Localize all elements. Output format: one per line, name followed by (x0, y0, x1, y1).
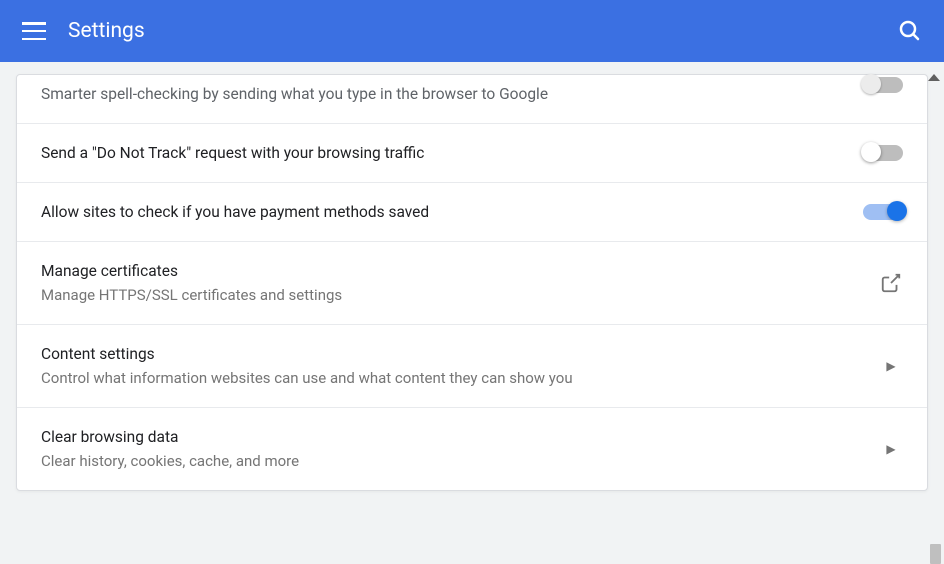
settings-panel: Smarter spell-checking by sending what y… (16, 74, 928, 491)
toggle-payment-methods[interactable] (863, 204, 903, 220)
row-spellcheck[interactable]: Smarter spell-checking by sending what y… (17, 75, 927, 124)
row-certs-title: Manage certificates (41, 262, 879, 280)
row-content-settings[interactable]: Content settings Control what informatio… (17, 325, 927, 408)
row-certs-subtitle: Manage HTTPS/SSL certificates and settin… (41, 286, 879, 304)
chevron-right-icon: ▶ (879, 354, 903, 378)
row-payment-methods[interactable]: Allow sites to check if you have payment… (17, 183, 927, 242)
row-do-not-track[interactable]: Send a "Do Not Track" request with your … (17, 124, 927, 183)
page-title: Settings (68, 19, 145, 43)
row-clear-browsing-data[interactable]: Clear browsing data Clear history, cooki… (17, 408, 927, 490)
open-external-icon (879, 271, 903, 295)
row-content-title: Content settings (41, 345, 879, 363)
chevron-right-icon: ▶ (879, 437, 903, 461)
app-header: Settings (0, 0, 944, 62)
row-clear-title: Clear browsing data (41, 428, 879, 446)
menu-icon[interactable] (22, 19, 46, 43)
row-dnt-title: Send a "Do Not Track" request with your … (41, 144, 863, 162)
scrollbar-thumb[interactable] (930, 544, 941, 564)
scroll-up-arrow-icon[interactable] (928, 74, 940, 81)
row-spellcheck-subtitle: Smarter spell-checking by sending what y… (41, 85, 863, 103)
toggle-do-not-track[interactable] (863, 145, 903, 161)
row-payment-title: Allow sites to check if you have payment… (41, 203, 863, 221)
row-manage-certificates[interactable]: Manage certificates Manage HTTPS/SSL cer… (17, 242, 927, 325)
row-clear-subtitle: Clear history, cookies, cache, and more (41, 452, 879, 470)
toggle-spellcheck[interactable] (863, 77, 903, 93)
row-content-subtitle: Control what information websites can us… (41, 369, 879, 387)
search-icon[interactable] (898, 19, 922, 43)
